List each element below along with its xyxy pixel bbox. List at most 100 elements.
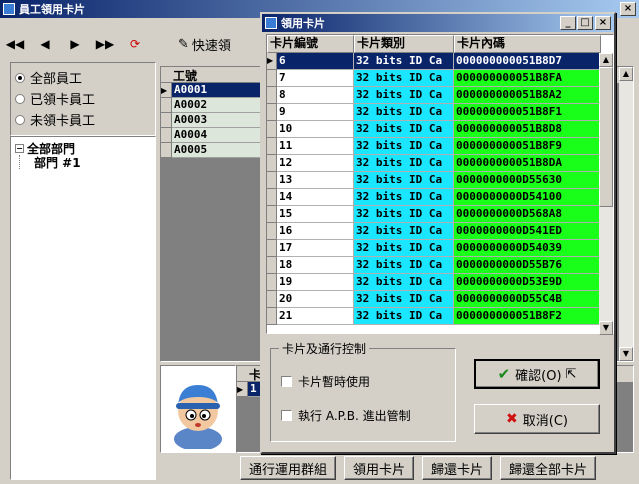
maximize-icon[interactable]: □ [577,16,593,30]
column-header-card-type[interactable]: 卡片類別 [354,35,454,53]
card-type-cell[interactable]: 32 bits ID Ca [354,87,454,104]
card-code-cell[interactable]: 000000000051B8A2 [454,87,601,104]
quick-issue-button[interactable]: ✎ 快速領 [178,35,231,54]
card-type-cell[interactable]: 32 bits ID Ca [354,257,454,274]
close-icon[interactable]: × [620,2,636,16]
card-type-cell[interactable]: 32 bits ID Ca [354,240,454,257]
card-type-cell[interactable]: 32 bits ID Ca [354,70,454,87]
card-code-cell[interactable]: 000000000051B8D8 [454,121,601,138]
card-number-cell[interactable]: 20 [277,291,354,308]
cancel-button[interactable]: ✖ 取消(C) [474,404,600,434]
confirm-button[interactable]: ✔ 確認(O) ⇱ [474,359,600,389]
card-code-cell[interactable]: 000000000051B8DA [454,155,601,172]
scroll-down-icon[interactable]: ▼ [599,321,613,335]
card-table-scrollbar[interactable]: ▲ ▼ [599,53,613,335]
card-number-cell[interactable]: 10 [277,121,354,138]
return-card-button[interactable]: 歸還卡片 [422,456,493,480]
refresh-icon[interactable]: ⟳ [120,31,150,57]
card-number-cell[interactable]: 19 [277,274,354,291]
temp-use-checkbox[interactable]: 卡片暫時使用 [281,373,370,390]
prev-record-icon[interactable]: ◀ [30,31,60,57]
table-row[interactable]: 21 32 bits ID Ca 000000000051B8F2 [267,308,613,325]
card-code-cell[interactable]: 0000000000D55C4B [454,291,601,308]
first-record-icon[interactable]: ◀◀ [0,31,30,57]
scroll-up-icon[interactable]: ▲ [619,67,633,81]
row-indicator [267,257,277,274]
collapse-icon[interactable]: − [15,143,24,153]
table-row[interactable]: 13 32 bits ID Ca 0000000000D55630 [267,172,613,189]
card-number-cell[interactable]: 14 [277,189,354,206]
return-all-cards-button[interactable]: 歸還全部卡片 [500,456,597,480]
card-type-cell[interactable]: 32 bits ID Ca [354,189,454,206]
card-number-cell[interactable]: 21 [277,308,354,325]
card-type-cell[interactable]: 32 bits ID Ca [354,172,454,189]
card-type-cell[interactable]: 32 bits ID Ca [354,308,454,325]
card-code-cell[interactable]: 000000000051B8FA [454,70,601,87]
scroll-down-icon[interactable]: ▼ [619,347,633,361]
card-number-cell[interactable]: 13 [277,172,354,189]
card-code-cell[interactable]: 0000000000D55630 [454,172,601,189]
issue-card-button[interactable]: 領用卡片 [344,456,415,480]
card-number-cell[interactable]: 6 [277,53,354,70]
dialog-close-icon[interactable]: × [595,16,611,30]
table-row[interactable]: 18 32 bits ID Ca 0000000000D55B76 [267,257,613,274]
table-row[interactable]: 11 32 bits ID Ca 000000000051B8F9 [267,138,613,155]
next-record-icon[interactable]: ▶ [60,31,90,57]
table-row[interactable]: ▶ 6 32 bits ID Ca 000000000051B8D7 [267,53,613,70]
scroll-up-icon[interactable]: ▲ [599,53,613,67]
filter-with-card[interactable]: 已領卡員工 [15,88,151,109]
card-type-cell[interactable]: 32 bits ID Ca [354,155,454,172]
card-code-cell[interactable]: 000000000051B8D7 [454,53,601,70]
card-code-cell[interactable]: 0000000000D568A8 [454,206,601,223]
table-row[interactable]: 12 32 bits ID Ca 000000000051B8DA [267,155,613,172]
card-number-cell[interactable]: 9 [277,104,354,121]
card-code-cell[interactable]: 000000000051B8F2 [454,308,601,325]
column-header-id[interactable]: 工號 [161,67,261,83]
filter-without-card[interactable]: 未領卡員工 [15,109,151,130]
card-type-cell[interactable]: 32 bits ID Ca [354,274,454,291]
minimize-icon[interactable]: _ [560,16,576,30]
table-row[interactable]: 16 32 bits ID Ca 0000000000D541ED [267,223,613,240]
last-record-icon[interactable]: ▶▶ [90,31,120,57]
card-number-cell[interactable]: 11 [277,138,354,155]
card-type-cell[interactable]: 32 bits ID Ca [354,223,454,240]
card-number-cell[interactable]: 16 [277,223,354,240]
table-row[interactable]: 8 32 bits ID Ca 000000000051B8A2 [267,87,613,104]
card-number-cell[interactable]: 12 [277,155,354,172]
filter-all[interactable]: 全部員工 [15,67,151,88]
table-row[interactable]: 15 32 bits ID Ca 0000000000D568A8 [267,206,613,223]
table-row[interactable]: 7 32 bits ID Ca 000000000051B8FA [267,70,613,87]
card-number-cell[interactable]: 8 [277,87,354,104]
card-type-cell[interactable]: 32 bits ID Ca [354,291,454,308]
row-indicator: ▶ [267,53,277,70]
card-code-cell[interactable]: 000000000051B8F9 [454,138,601,155]
card-code-cell[interactable]: 0000000000D54100 [454,189,601,206]
access-group-button[interactable]: 通行運用群組 [240,456,337,480]
card-code-cell[interactable]: 0000000000D53E9D [454,274,601,291]
card-code-cell[interactable]: 000000000051B8F1 [454,104,601,121]
card-type-cell[interactable]: 32 bits ID Ca [354,53,454,70]
table-row[interactable]: 19 32 bits ID Ca 0000000000D53E9D [267,274,613,291]
scroll-thumb[interactable] [599,67,613,207]
card-code-cell[interactable]: 0000000000D541ED [454,223,601,240]
card-number-cell[interactable]: 15 [277,206,354,223]
employee-scrollbar[interactable]: ▲ ▼ [619,67,633,361]
card-number-cell[interactable]: 18 [277,257,354,274]
table-row[interactable]: 14 32 bits ID Ca 0000000000D54100 [267,189,613,206]
apb-checkbox[interactable]: 執行 A.P.B. 進出管制 [281,407,411,424]
table-row[interactable]: 10 32 bits ID Ca 000000000051B8D8 [267,121,613,138]
card-type-cell[interactable]: 32 bits ID Ca [354,206,454,223]
card-number-cell[interactable]: 7 [277,70,354,87]
card-type-cell[interactable]: 32 bits ID Ca [354,104,454,121]
column-header-card-no[interactable]: 卡片編號 [267,35,354,53]
tree-item-dept1[interactable]: 部門 #1 [19,155,151,170]
table-row[interactable]: 9 32 bits ID Ca 000000000051B8F1 [267,104,613,121]
table-row[interactable]: 17 32 bits ID Ca 0000000000D54039 [267,240,613,257]
card-type-cell[interactable]: 32 bits ID Ca [354,138,454,155]
card-type-cell[interactable]: 32 bits ID Ca [354,121,454,138]
card-code-cell[interactable]: 0000000000D54039 [454,240,601,257]
card-code-cell[interactable]: 0000000000D55B76 [454,257,601,274]
card-number-cell[interactable]: 17 [277,240,354,257]
table-row[interactable]: 20 32 bits ID Ca 0000000000D55C4B [267,291,613,308]
column-header-card-code[interactable]: 卡片內碼 [454,35,601,53]
